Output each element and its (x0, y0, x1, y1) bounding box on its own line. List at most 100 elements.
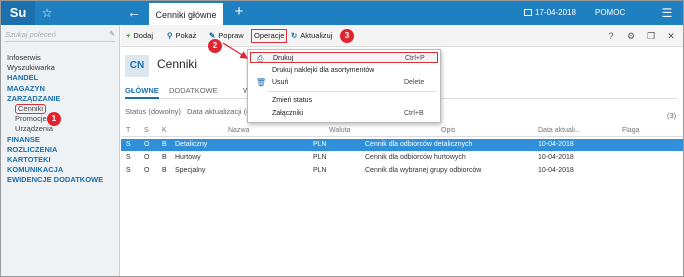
filter-status[interactable]: Status (dowolny) (125, 107, 181, 116)
col-k[interactable]: K (162, 125, 167, 137)
menu-item-print[interactable]: ⎙ Drukuj Ctrl+P (250, 52, 438, 63)
toolbar: + Dodaj ⚲ Pokaż ✎ Popraw Operacje ↻ Aktualiz… (121, 25, 683, 47)
menu-item-print-labels[interactable]: Drukuj naklejki dla asortymentów (248, 65, 440, 76)
cell-s: O (144, 154, 150, 161)
tab-cenniki-glowne[interactable]: Cenniki główne (149, 1, 223, 25)
pin-icon[interactable]: ✎ (109, 30, 115, 38)
table-header: T S K Nazwa Waluta Opis Data aktuali... … (121, 125, 683, 137)
show-label: Pokaż (175, 31, 197, 40)
menu-item-attachments[interactable]: Załączniki Ctrl+B (248, 108, 440, 119)
cell-nazwa: Specjalny (175, 167, 206, 174)
settings-gear-icon[interactable]: ⚙ (625, 25, 637, 47)
date-display[interactable]: 17-04-2018 (524, 1, 576, 25)
menu-change-status-label: Zmień status (272, 97, 313, 104)
refresh-label: Aktualizuj (300, 31, 333, 40)
cell-k: B (162, 167, 167, 174)
step-badge-1: 1 (47, 112, 61, 126)
help-link[interactable]: POMOC (595, 1, 625, 25)
sidebar-item-magazyn[interactable]: MAGAZYN (7, 84, 117, 94)
module-badge: CN (125, 55, 149, 77)
trash-icon: 🗑 (256, 78, 267, 87)
app-logo[interactable]: Su (1, 1, 35, 25)
cell-opis: Cennik dla odbiorców detalicznych (365, 141, 473, 148)
step-badge-2: 2 (208, 39, 222, 53)
menu-separator (268, 91, 436, 92)
cell-k: B (162, 154, 167, 161)
sidebar-item-cenniki-row: Cenniki (7, 103, 117, 114)
sidebar-item-promocje[interactable]: Promocje (7, 114, 117, 124)
col-flaga[interactable]: Flaga (622, 125, 640, 137)
close-icon[interactable]: ✕ (665, 25, 677, 47)
favorites-star-icon[interactable]: ☆ (37, 1, 57, 25)
sidebar-item-komunikacja[interactable]: KOMUNIKACJA (7, 165, 117, 175)
sidebar: Szukaj poleceń ✎ Infoserwis Wyszukiwarka… (1, 25, 120, 276)
cell-data: 10-04-2018 (538, 154, 574, 161)
menu-attachments-shortcut: Ctrl+B (404, 110, 424, 117)
cell-waluta: PLN (313, 154, 327, 161)
col-data-aktualizacji[interactable]: Data aktuali... (538, 125, 581, 137)
app-window: Su ☆ ← Cenniki główne + 17-04-2018 POMOC… (0, 0, 684, 277)
sidebar-item-rozliczenia[interactable]: ROZLICZENIA (7, 145, 117, 155)
cell-data: 10-04-2018 (538, 141, 574, 148)
sidebar-item-infoserwis[interactable]: Infoserwis (7, 53, 117, 63)
cell-opis: Cennik dla odbiorców hurtowych (365, 154, 466, 161)
edit-label: Popraw (218, 31, 244, 40)
sidebar-item-cenniki[interactable]: Cenniki (15, 103, 47, 114)
sidebar-item-finanse[interactable]: FINANSE (7, 135, 117, 145)
filter-bar: Status (dowolny) Data aktualizacji (d (125, 107, 250, 116)
help-question-icon[interactable]: ? (605, 25, 617, 47)
tab-glowne[interactable]: GŁÓWNE (125, 85, 159, 99)
menu-print-label: Drukuj (273, 55, 294, 62)
add-button[interactable]: + Dodaj (126, 25, 153, 47)
refresh-button[interactable]: ↻ Aktualizuj (291, 25, 332, 47)
search-placeholder: Szukaj poleceń (5, 30, 56, 39)
cell-waluta: PLN (313, 167, 327, 174)
sidebar-item-urzadzenia[interactable]: Urządzenia (7, 124, 117, 134)
cell-nazwa: Hurtowy (175, 154, 201, 161)
col-waluta[interactable]: Waluta (329, 125, 351, 137)
cell-s: O (144, 167, 150, 174)
cell-waluta: PLN (313, 141, 327, 148)
menu-delete-label: Usuń (272, 79, 289, 86)
restore-window-icon[interactable]: ❐ (645, 25, 657, 47)
back-arrow-icon[interactable]: ← (121, 1, 147, 25)
col-nazwa[interactable]: Nazwa (228, 125, 249, 137)
sidebar-item-ewidencje[interactable]: EWIDENCJE DODATKOWE (7, 175, 117, 185)
cell-nazwa: Detaliczny (175, 141, 208, 148)
cell-t: S (126, 167, 131, 174)
printer-icon: ⎙ (257, 54, 264, 63)
cell-opis: Cennik dla wybranej grupy odbiorców (365, 167, 482, 174)
new-tab-plus-icon[interactable]: + (229, 1, 249, 25)
menu-item-delete[interactable]: 🗑 Usuń Delete (248, 77, 440, 88)
sidebar-item-handel[interactable]: HANDEL (7, 73, 117, 83)
command-search-input[interactable]: Szukaj poleceń ✎ (5, 30, 115, 42)
table-row[interactable]: S O B Specjalny PLN Cennik dla wybranej … (121, 165, 683, 177)
sidebar-item-zarzadzanie[interactable]: ZARZĄDZANIE (7, 94, 117, 104)
plus-icon: + (126, 31, 131, 40)
date-text: 17-04-2018 (535, 8, 576, 17)
record-count: (3) (667, 111, 677, 120)
page-title: Cenniki (157, 57, 198, 71)
menu-delete-shortcut: Delete (404, 79, 425, 86)
col-t[interactable]: T (126, 125, 130, 137)
col-opis[interactable]: Opis (441, 125, 455, 137)
show-button[interactable]: ⚲ Pokaż (167, 25, 196, 47)
magnifier-icon: ⚲ (167, 31, 173, 40)
col-s[interactable]: S (144, 125, 149, 137)
menu-attachments-label: Załączniki (272, 110, 304, 117)
table-row[interactable]: S O B Hurtowy PLN Cennik dla odbiorców h… (121, 152, 683, 164)
step-badge-3: 3 (340, 29, 354, 43)
menu-print-shortcut: Ctrl+P (405, 55, 425, 62)
sidebar-menu: Infoserwis Wyszukiwarka HANDEL MAGAZYN Z… (7, 53, 117, 185)
operations-button[interactable]: Operacje (251, 29, 288, 43)
filter-update-date[interactable]: Data aktualizacji (d (187, 107, 250, 116)
sidebar-item-kartoteki[interactable]: KARTOTEKI (7, 155, 117, 165)
sidebar-item-wyszukiwarka[interactable]: Wyszukiwarka (7, 63, 117, 73)
cell-t: S (126, 141, 131, 148)
hamburger-menu-icon[interactable]: ☰ (657, 1, 677, 25)
tab-dodatkowe[interactable]: DODATKOWE (169, 85, 218, 97)
menu-item-change-status[interactable]: Zmień status (248, 95, 440, 106)
menu-print-labels-label: Drukuj naklejki dla asortymentów (272, 67, 375, 74)
table-row[interactable]: S O B Detaliczny PLN Cennik dla odbiorcó… (121, 139, 683, 151)
calendar-icon (524, 9, 532, 16)
